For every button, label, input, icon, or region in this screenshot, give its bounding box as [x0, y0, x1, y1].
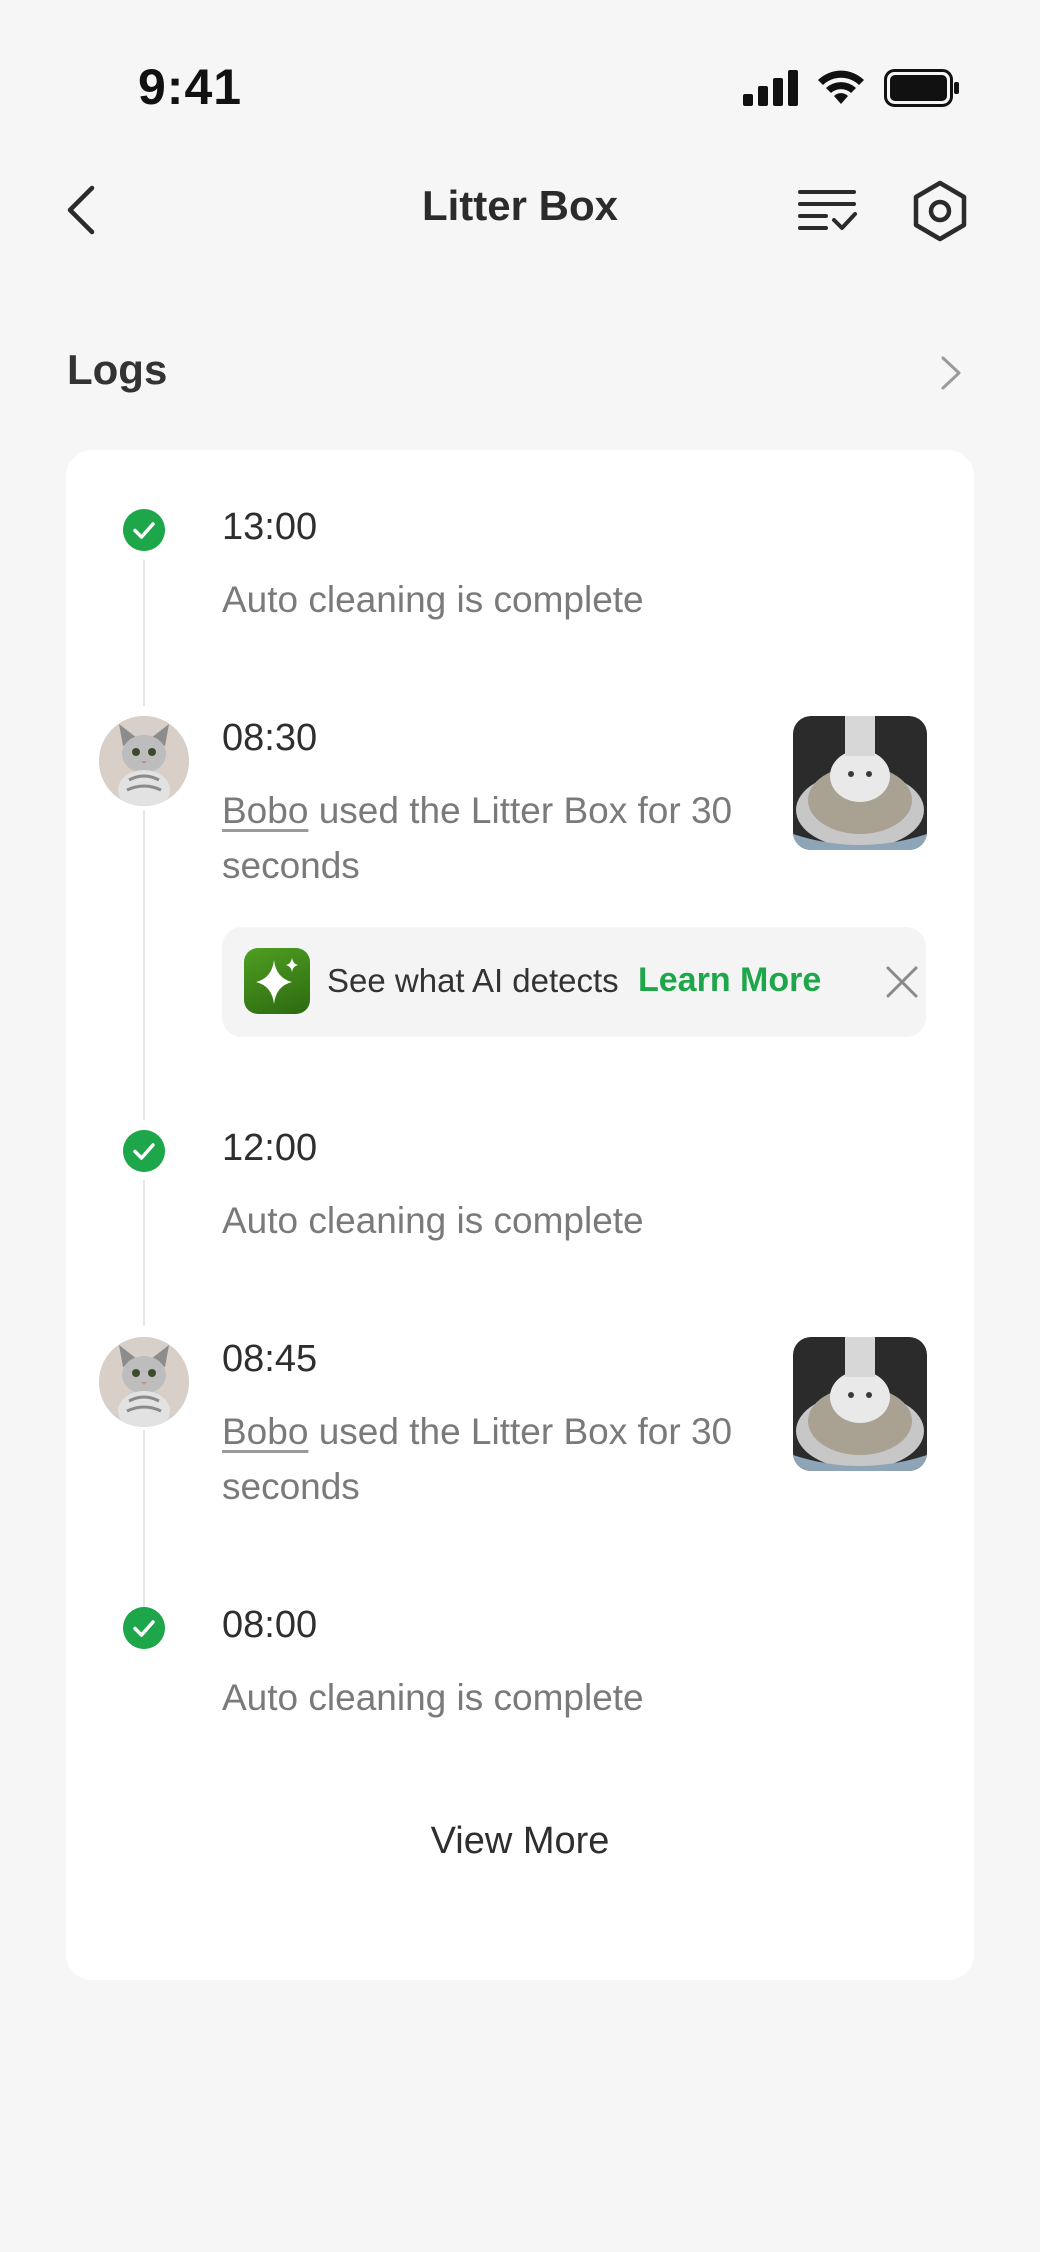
ai-banner-text: See what AI detects: [327, 962, 619, 999]
pet-avatar[interactable]: [99, 716, 189, 806]
learn-more-link[interactable]: Learn More: [638, 961, 821, 1000]
pet-name-link[interactable]: Bobo: [222, 790, 308, 831]
check-circle-icon: [123, 509, 165, 551]
pet-name-link[interactable]: Bobo: [222, 1411, 308, 1452]
logs-chevron-right-icon[interactable]: [938, 353, 964, 393]
log-time: 08:00: [222, 1604, 318, 1646]
log-description: Bobo used the Litter Box for 30 seconds: [222, 1404, 742, 1514]
log-description: Auto cleaning is complete: [222, 579, 644, 620]
battery-icon: [884, 69, 959, 107]
log-description: Auto cleaning is complete: [222, 1677, 644, 1718]
log-time: 08:30: [222, 717, 318, 759]
close-icon[interactable]: [884, 964, 920, 1000]
timeline-line: [143, 810, 145, 1120]
status-time: 9:41: [138, 59, 243, 115]
wifi-icon: [818, 70, 864, 104]
timeline-line: [143, 1430, 145, 1615]
timeline-line: [143, 1180, 145, 1326]
log-time: 13:00: [222, 506, 318, 548]
log-time: 12:00: [222, 1127, 318, 1169]
ai-sparkle-icon: [244, 948, 310, 1014]
filter-list-button[interactable]: [798, 186, 858, 236]
litter-box-photo: [793, 1337, 927, 1471]
check-circle-icon: [123, 1607, 165, 1649]
logs-title: Logs: [67, 346, 168, 393]
litter-box-photo: [793, 716, 927, 850]
pet-avatar[interactable]: [99, 1337, 189, 1427]
log-time: 08:45: [222, 1338, 318, 1380]
page-title: Litter Box: [421, 182, 618, 229]
settings-button[interactable]: [910, 180, 970, 242]
log-description: Bobo used the Litter Box for 30 seconds: [222, 783, 742, 893]
log-description: Auto cleaning is complete: [222, 1200, 644, 1241]
log-photo-thumbnail[interactable]: [793, 1337, 927, 1471]
log-photo-thumbnail[interactable]: [793, 716, 927, 850]
cat-icon: [99, 716, 189, 806]
back-button[interactable]: [60, 180, 104, 240]
cat-icon: [99, 1337, 189, 1427]
view-more-button[interactable]: View More: [0, 1820, 1040, 1863]
cellular-signal-icon: [743, 70, 798, 106]
timeline-line: [143, 560, 145, 706]
check-circle-icon: [123, 1130, 165, 1172]
